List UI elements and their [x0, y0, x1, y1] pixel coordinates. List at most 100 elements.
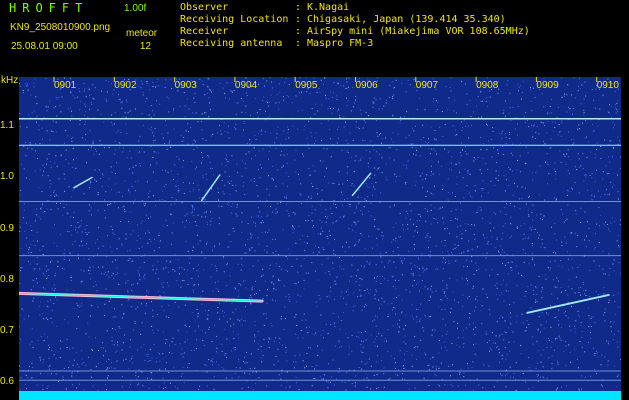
- noise-pixel: [104, 217, 106, 219]
- noise-pixel: [146, 181, 148, 183]
- noise-pixel: [580, 165, 582, 167]
- noise-pixel: [503, 109, 505, 111]
- noise-pixel: [347, 142, 349, 144]
- noise-pixel: [475, 158, 477, 160]
- noise-pixel: [217, 132, 218, 134]
- noise-pixel: [490, 138, 492, 140]
- noise-pixel: [70, 216, 72, 218]
- noise-pixel: [565, 345, 567, 347]
- noise-pixel: [121, 304, 123, 306]
- noise-pixel: [355, 243, 357, 245]
- noise-pixel: [56, 202, 58, 204]
- noise-pixel: [608, 299, 610, 301]
- noise-pixel: [567, 204, 569, 206]
- noise-pixel: [180, 286, 182, 288]
- noise-pixel: [401, 311, 403, 313]
- noise-pixel: [65, 159, 67, 160]
- noise-pixel: [505, 332, 507, 333]
- noise-pixel: [485, 333, 487, 335]
- noise-pixel: [295, 283, 297, 285]
- noise-pixel: [266, 245, 268, 247]
- noise-pixel: [470, 313, 472, 315]
- noise-pixel: [378, 153, 380, 155]
- noise-pixel: [593, 130, 595, 132]
- noise-pixel: [162, 286, 164, 288]
- noise-pixel: [249, 139, 251, 141]
- noise-pixel: [527, 152, 529, 154]
- noise-pixel: [456, 183, 458, 185]
- noise-pixel: [617, 292, 619, 294]
- noise-pixel: [361, 368, 363, 370]
- noise-pixel: [609, 161, 611, 163]
- noise-pixel: [530, 229, 532, 231]
- noise-pixel: [447, 251, 449, 252]
- noise-pixel: [374, 319, 376, 321]
- noise-pixel: [76, 363, 78, 365]
- noise-pixel: [36, 240, 38, 242]
- noise-pixel: [320, 314, 322, 316]
- noise-pixel: [471, 260, 473, 262]
- noise-pixel: [122, 195, 123, 197]
- noise-pixel: [513, 302, 515, 304]
- noise-pixel: [494, 184, 496, 186]
- noise-pixel: [225, 353, 227, 355]
- noise-pixel: [592, 124, 593, 125]
- noise-pixel: [281, 77, 283, 78]
- noise-pixel: [481, 323, 483, 325]
- noise-pixel: [110, 225, 112, 227]
- noise-pixel: [440, 299, 442, 300]
- noise-pixel: [28, 247, 30, 249]
- noise-pixel: [125, 116, 127, 118]
- noise-pixel: [306, 199, 308, 201]
- noise-pixel: [251, 216, 253, 218]
- noise-pixel: [577, 234, 579, 236]
- noise-pixel: [383, 105, 385, 107]
- noise-pixel: [341, 149, 343, 151]
- noise-pixel: [305, 77, 307, 79]
- noise-pixel: [360, 210, 362, 212]
- noise-pixel: [408, 251, 410, 253]
- noise-pixel: [410, 143, 412, 145]
- noise-pixel: [165, 316, 167, 318]
- noise-pixel: [427, 143, 429, 145]
- noise-pixel: [210, 360, 212, 362]
- noise-pixel: [114, 201, 116, 203]
- info-value: AirSpy mini (Miakejima VOR 108.65MHz): [307, 26, 530, 37]
- noise-pixel: [114, 308, 116, 310]
- noise-pixel: [19, 326, 21, 328]
- noise-pixel: [73, 290, 75, 292]
- noise-pixel: [460, 368, 462, 370]
- noise-pixel: [153, 332, 155, 334]
- noise-pixel: [231, 302, 233, 304]
- noise-pixel: [201, 162, 202, 164]
- noise-pixel: [504, 375, 506, 377]
- noise-pixel: [573, 138, 575, 140]
- noise-pixel: [442, 257, 444, 259]
- noise-pixel: [525, 187, 526, 189]
- noise-pixel: [502, 153, 504, 155]
- noise-pixel: [209, 162, 211, 164]
- noise-pixel: [335, 283, 337, 285]
- noise-pixel: [25, 222, 27, 224]
- noise-pixel: [272, 211, 274, 213]
- noise-pixel: [64, 249, 66, 251]
- noise-pixel: [489, 340, 491, 341]
- noise-pixel: [452, 364, 454, 366]
- noise-pixel: [591, 177, 593, 179]
- noise-pixel: [300, 183, 302, 185]
- noise-pixel: [479, 169, 481, 171]
- noise-pixel: [211, 364, 213, 366]
- noise-pixel: [144, 274, 146, 276]
- noise-pixel: [505, 284, 507, 286]
- noise-pixel: [402, 164, 404, 166]
- noise-pixel: [266, 318, 268, 319]
- noise-pixel: [556, 239, 557, 241]
- noise-pixel: [316, 306, 318, 307]
- noise-pixel: [344, 199, 346, 201]
- noise-pixel: [469, 195, 471, 197]
- noise-pixel: [280, 154, 282, 156]
- noise-pixel: [565, 220, 566, 221]
- noise-pixel: [140, 222, 142, 224]
- noise-pixel: [456, 218, 458, 220]
- noise-pixel: [324, 272, 326, 274]
